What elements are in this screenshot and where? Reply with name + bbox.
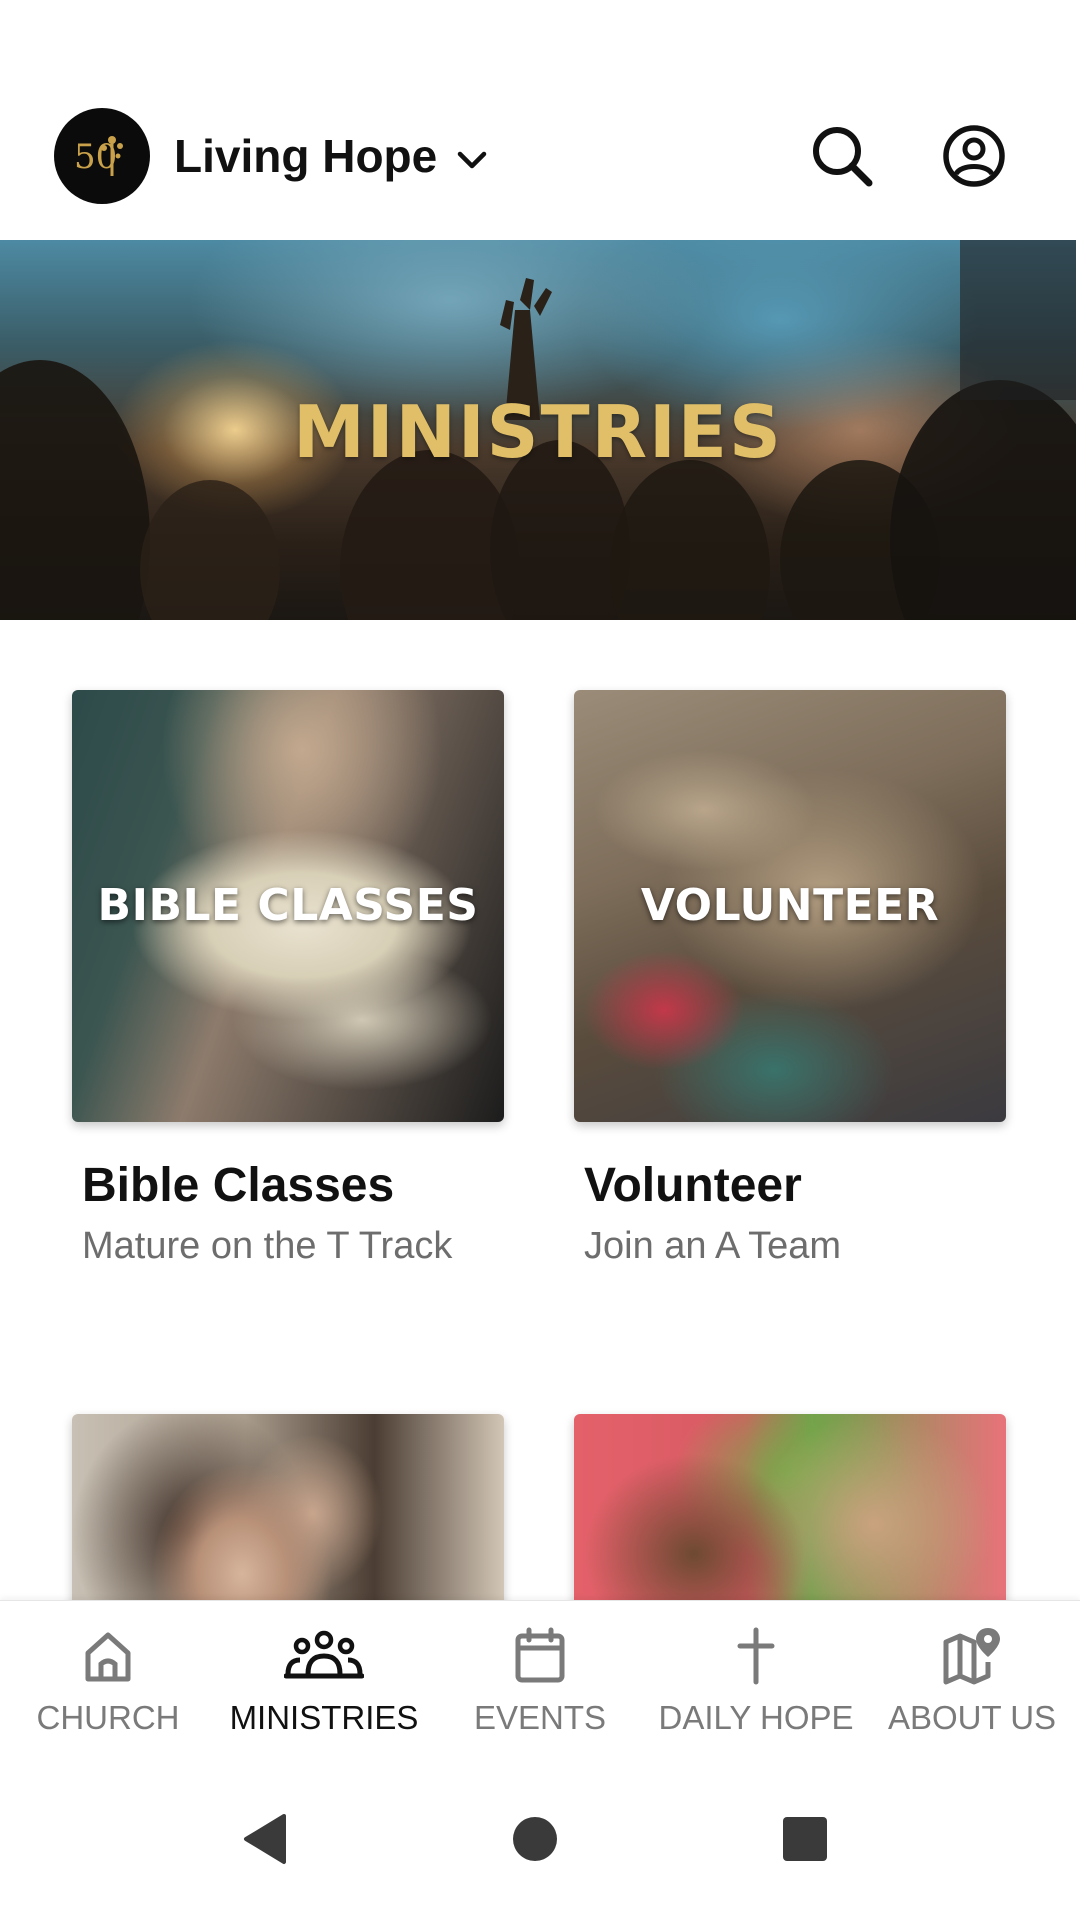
account-button[interactable] (938, 120, 1010, 192)
nav-label: MINISTRIES (229, 1699, 419, 1736)
bottom-navigation: CHURCH MINISTRIES EVENTS DAILY HOPE ABOU… (0, 1600, 1080, 1759)
nav-item-about-us[interactable]: ABOUT US (864, 1601, 1080, 1759)
search-button[interactable] (806, 120, 878, 192)
search-icon (813, 127, 873, 187)
nav-label: DAILY HOPE (658, 1699, 854, 1736)
calendar-icon (432, 1623, 648, 1689)
nav-label: ABOUT US (887, 1699, 1057, 1736)
nav-item-events[interactable]: EVENTS (432, 1601, 648, 1759)
card-subtitle: Join an A Team (584, 1225, 842, 1267)
tree-logo-icon: 50 (74, 136, 123, 177)
nav-item-church[interactable]: CHURCH (0, 1601, 216, 1759)
hero-title: MINISTRIES (293, 390, 783, 474)
card-subtitle: Mature on the T Track (82, 1225, 453, 1267)
ministry-card-bible-classes[interactable]: BIBLE CLASSES Bible Classes Mature on th… (72, 690, 504, 1270)
app-header: 50 Living Hope (0, 0, 1080, 240)
church-logo[interactable]: 50 (54, 108, 150, 204)
nav-item-ministries[interactable]: MINISTRIES (216, 1601, 432, 1759)
account-circle-icon (943, 125, 1005, 187)
ministries-hero-banner: MINISTRIES (0, 240, 1076, 620)
nav-item-daily-hope[interactable]: DAILY HOPE (648, 1601, 864, 1759)
card-title: Bible Classes (82, 1159, 395, 1212)
back-triangle-icon[interactable] (230, 1804, 300, 1874)
groups-icon (216, 1623, 432, 1689)
home-circle-icon[interactable] (500, 1804, 570, 1874)
church-name[interactable]: Living Hope (174, 128, 437, 184)
nav-label: EVENTS (473, 1699, 607, 1736)
nav-label: CHURCH (36, 1699, 180, 1736)
bible-classes-image[interactable]: BIBLE CLASSES (72, 690, 504, 1122)
app-screen: 50 Living Hope MINISTRIES BIBLE CLASSES … (0, 0, 1080, 1920)
system-navigation-bar (0, 1758, 1080, 1920)
home-icon (0, 1623, 216, 1689)
map-pin-icon (864, 1623, 1080, 1689)
card-overlay-text: BIBLE CLASSES (97, 880, 479, 931)
card-overlay-text: VOLUNTEER (640, 880, 940, 931)
ministry-card-volunteer[interactable]: VOLUNTEER Volunteer Join an A Team (574, 690, 1006, 1270)
volunteer-image[interactable]: VOLUNTEER (574, 690, 1006, 1122)
chevron-down-icon[interactable] (452, 140, 492, 180)
recents-square-icon[interactable] (770, 1804, 840, 1874)
card-title: Volunteer (584, 1159, 802, 1212)
cross-icon (648, 1623, 864, 1689)
